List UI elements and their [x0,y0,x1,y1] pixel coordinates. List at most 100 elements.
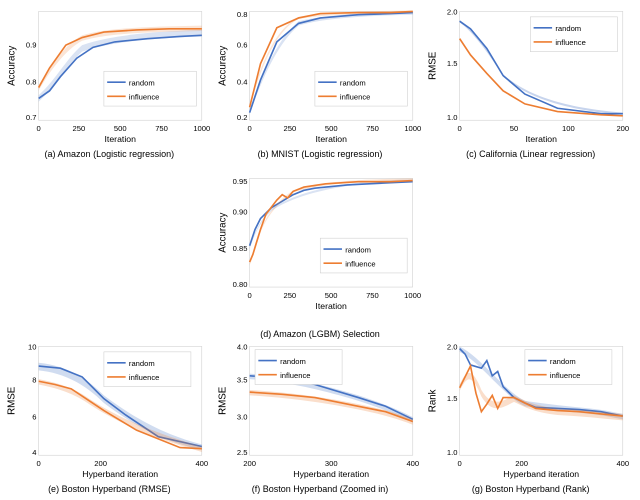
svg-text:influence: influence [129,93,159,102]
svg-text:Hyperband iteration: Hyperband iteration [504,469,580,479]
chart-g-title: (g) Boston Hyperband (Rank) [472,484,590,494]
chart-b-title: (b) MNIST (Logistic regression) [258,149,383,159]
svg-text:influence: influence [556,38,586,47]
svg-text:0: 0 [247,124,251,133]
svg-text:0.8: 0.8 [237,10,248,19]
svg-text:0.90: 0.90 [232,208,247,217]
svg-text:400: 400 [406,459,419,468]
svg-text:0: 0 [247,291,251,300]
svg-text:2.0: 2.0 [447,342,458,351]
svg-text:200: 200 [617,124,630,133]
chart-e: RMSE 4 6 8 10 0 200 400 Hyperband iterat… [6,341,213,482]
svg-text:0.8: 0.8 [26,77,37,86]
svg-text:3.0: 3.0 [237,412,248,421]
svg-text:0.6: 0.6 [237,40,248,49]
svg-text:750: 750 [366,124,379,133]
svg-text:50: 50 [510,124,518,133]
svg-text:influence: influence [129,373,159,382]
svg-text:1.5: 1.5 [447,393,458,402]
svg-text:Iteration: Iteration [315,301,347,311]
svg-text:1000: 1000 [193,124,210,133]
svg-text:100: 100 [562,124,575,133]
svg-text:6: 6 [32,412,36,421]
chart-e-cell: RMSE 4 6 8 10 0 200 400 Hyperband iterat… [4,339,215,496]
svg-text:750: 750 [366,291,379,300]
svg-text:influence: influence [280,371,310,380]
chart-d: Accuracy 0.80 0.85 0.90 0.95 0 250 500 7… [217,161,423,326]
chart-g: Rank 1.0 1.5 2.0 0 200 400 Hyperband ite… [427,341,634,482]
svg-text:Hyperband iteration: Hyperband iteration [293,469,369,479]
svg-text:0: 0 [458,459,462,468]
svg-text:random: random [550,356,576,365]
chart-f-title: (f) Boston Hyperband (Zoomed in) [252,484,389,494]
chart-b-cell: Accuracy 0.2 0.4 0.6 0.8 0 250 500 750 1… [215,4,426,161]
svg-text:RMSE: RMSE [7,386,18,415]
svg-text:500: 500 [325,124,338,133]
svg-text:2.5: 2.5 [237,448,248,457]
svg-text:random: random [340,78,366,87]
svg-text:750: 750 [155,124,168,133]
svg-text:Hyperband iteration: Hyperband iteration [82,469,158,479]
svg-text:400: 400 [195,459,208,468]
svg-text:RMSE: RMSE [217,386,228,415]
svg-text:random: random [129,359,155,368]
svg-text:0.7: 0.7 [26,113,37,122]
svg-text:0.9: 0.9 [26,40,37,49]
svg-text:8: 8 [32,375,36,384]
svg-text:500: 500 [325,291,338,300]
svg-text:1.5: 1.5 [447,59,458,68]
svg-text:influence: influence [550,371,580,380]
svg-text:Iteration: Iteration [526,134,558,144]
bottom-row: RMSE 4 6 8 10 0 200 400 Hyperband iterat… [4,339,636,496]
top-row: Accuracy 0.7 0.8 0.9 0 250 500 750 1000 … [4,4,636,161]
svg-text:250: 250 [283,124,296,133]
chart-f-cell: RMSE 2.5 3.0 3.5 4.0 200 300 400 Hyperba… [215,339,426,496]
svg-text:200: 200 [516,459,529,468]
svg-text:250: 250 [283,291,296,300]
svg-text:random: random [129,78,155,87]
svg-text:1000: 1000 [404,124,421,133]
svg-text:random: random [556,24,582,33]
svg-text:Rank: Rank [428,389,439,412]
chart-a: Accuracy 0.7 0.8 0.9 0 250 500 750 1000 … [6,6,213,147]
svg-text:10: 10 [28,342,36,351]
chart-c-cell: RMSE 1.0 1.5 2.0 0 50 100 200 Iteration … [425,4,636,161]
spacer-right [423,161,636,338]
svg-text:0: 0 [37,459,41,468]
svg-text:0.85: 0.85 [232,245,247,254]
svg-text:1000: 1000 [404,291,421,300]
svg-text:2.0: 2.0 [447,8,458,17]
svg-text:0: 0 [458,124,462,133]
svg-text:Accuracy: Accuracy [217,213,228,253]
svg-text:random: random [280,356,306,365]
svg-text:500: 500 [114,124,127,133]
svg-text:1.0: 1.0 [447,113,458,122]
chart-d-title: (d) Amazon (LGBM) Selection [260,329,380,339]
svg-text:250: 250 [73,124,86,133]
chart-c-title: (c) California (Linear regression) [466,149,595,159]
svg-text:4: 4 [32,448,37,457]
svg-text:0.80: 0.80 [232,280,247,289]
chart-c: RMSE 1.0 1.5 2.0 0 50 100 200 Iteration … [427,6,634,147]
chart-f: RMSE 2.5 3.0 3.5 4.0 200 300 400 Hyperba… [217,341,424,482]
svg-text:random: random [345,246,371,255]
chart-a-cell: Accuracy 0.7 0.8 0.9 0 250 500 750 1000 … [4,4,215,161]
chart-b: Accuracy 0.2 0.4 0.6 0.8 0 250 500 750 1… [217,6,424,147]
chart-a-ylabel: Accuracy [7,46,18,86]
svg-text:4.0: 4.0 [237,342,248,351]
svg-text:3.5: 3.5 [237,375,248,384]
svg-text:influence: influence [340,93,370,102]
svg-text:200: 200 [243,459,256,468]
svg-text:Iteration: Iteration [315,134,347,144]
svg-text:Accuracy: Accuracy [217,46,228,86]
chart-a-title: (a) Amazon (Logistic regression) [45,149,175,159]
chart-d-cell: Accuracy 0.80 0.85 0.90 0.95 0 250 500 7… [217,161,423,338]
chart-g-cell: Rank 1.0 1.5 2.0 0 200 400 Hyperband ite… [425,339,636,496]
svg-text:RMSE: RMSE [428,51,439,80]
svg-text:300: 300 [325,459,338,468]
svg-text:200: 200 [94,459,107,468]
main-container: Accuracy 0.7 0.8 0.9 0 250 500 750 1000 … [0,0,640,500]
chart-a-xlabel: Iteration [105,134,137,144]
svg-text:0.4: 0.4 [237,77,248,86]
middle-row: Accuracy 0.80 0.85 0.90 0.95 0 250 500 7… [4,161,636,338]
